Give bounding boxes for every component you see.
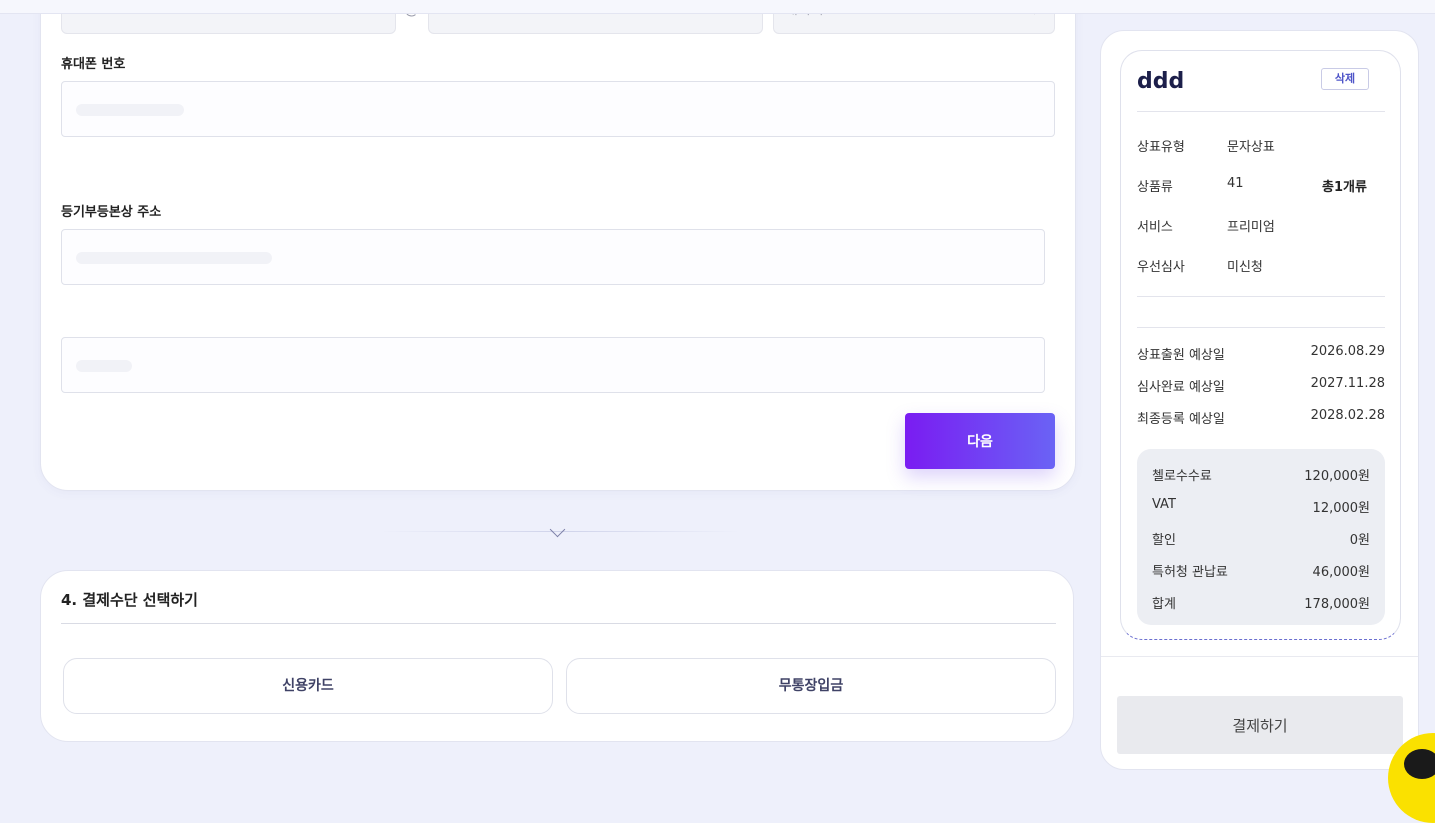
info-label: 상품류 — [1137, 180, 1173, 195]
info-value: 미신청 — [1227, 260, 1263, 275]
payment-divider — [61, 623, 1056, 624]
fee-value: 46,000원 — [1312, 565, 1370, 580]
phone-input[interactable] — [61, 81, 1055, 137]
divider — [1137, 296, 1385, 297]
divider — [1137, 111, 1385, 112]
fee-label: 할인 — [1152, 533, 1176, 548]
class-count: 총1개류 — [1322, 180, 1367, 195]
bank-transfer-button[interactable]: 무통장입금 — [566, 658, 1056, 714]
fee-value: 0원 — [1349, 533, 1370, 548]
delete-button[interactable]: 삭제 — [1321, 68, 1369, 90]
fee-row: 첼로수수료 120,000원 — [1152, 465, 1370, 484]
fee-label: VAT — [1152, 497, 1176, 512]
date-label: 상표출원 예상일 — [1137, 348, 1225, 363]
fee-value: 12,000원 — [1312, 501, 1370, 516]
blurred-value — [76, 104, 184, 116]
info-value: 프리미엄 — [1227, 220, 1275, 235]
date-row: 최종등록 예상일 2028.02.28 — [1137, 408, 1385, 427]
date-value: 2028.02.28 — [1310, 408, 1385, 423]
info-label: 서비스 — [1137, 220, 1173, 235]
info-value: 문자상표 — [1227, 140, 1275, 155]
fee-total-row: 합계 178,000원 — [1152, 593, 1370, 612]
divider — [1101, 656, 1418, 657]
blurred-value — [76, 252, 272, 264]
divider — [1137, 327, 1385, 328]
chat-bubble-icon — [1404, 749, 1435, 779]
order-summary-card: ddd 삭제 상표유형 문자상표 상품류 41 총1개류 서비스 프리미엄 우선… — [1100, 30, 1419, 770]
top-header-bar — [0, 0, 1435, 14]
fee-total-value: 178,000원 — [1304, 597, 1370, 612]
checkout-button[interactable]: 결제하기 — [1117, 696, 1403, 754]
date-row: 상표출원 예상일 2026.08.29 — [1137, 344, 1385, 363]
address-detail-input[interactable] — [61, 337, 1045, 393]
fee-breakdown: 첼로수수료 120,000원 VAT 12,000원 할인 0원 특허청 관납료… — [1137, 449, 1385, 625]
blurred-value — [76, 360, 132, 372]
order-item-panel: ddd 삭제 상표유형 문자상표 상품류 41 총1개류 서비스 프리미엄 우선… — [1120, 50, 1401, 640]
address-label: 등기부등본상 주소 — [61, 205, 162, 220]
date-row: 심사완료 예상일 2027.11.28 — [1137, 376, 1385, 395]
chevron-down-icon — [549, 521, 566, 538]
date-label: 심사완료 예상일 — [1137, 380, 1225, 395]
fee-value: 120,000원 — [1304, 469, 1370, 484]
next-button[interactable]: 다음 — [905, 413, 1055, 469]
fee-row: 할인 0원 — [1152, 529, 1370, 548]
address-input[interactable] — [61, 229, 1045, 285]
info-label: 상표유형 — [1137, 140, 1185, 155]
info-label: 우선심사 — [1137, 260, 1185, 275]
fee-label: 특허청 관납료 — [1152, 565, 1228, 580]
item-name: ddd — [1137, 69, 1185, 94]
date-value: 2026.08.29 — [1310, 344, 1385, 359]
fee-label: 첼로수수료 — [1152, 469, 1212, 484]
fee-row: VAT 12,000원 — [1152, 497, 1370, 516]
payment-method-card: 4. 결제수단 선택하기 신용카드 무통장입금 — [40, 570, 1074, 742]
fee-row: 특허청 관납료 46,000원 — [1152, 561, 1370, 580]
fee-label: 합계 — [1152, 597, 1176, 612]
payment-title: 4. 결제수단 선택하기 — [61, 591, 198, 609]
phone-label: 휴대폰 번호 — [61, 57, 126, 72]
info-value: 41 — [1227, 176, 1244, 191]
credit-card-button[interactable]: 신용카드 — [63, 658, 553, 714]
date-label: 최종등록 예상일 — [1137, 412, 1225, 427]
date-value: 2027.11.28 — [1310, 376, 1385, 391]
